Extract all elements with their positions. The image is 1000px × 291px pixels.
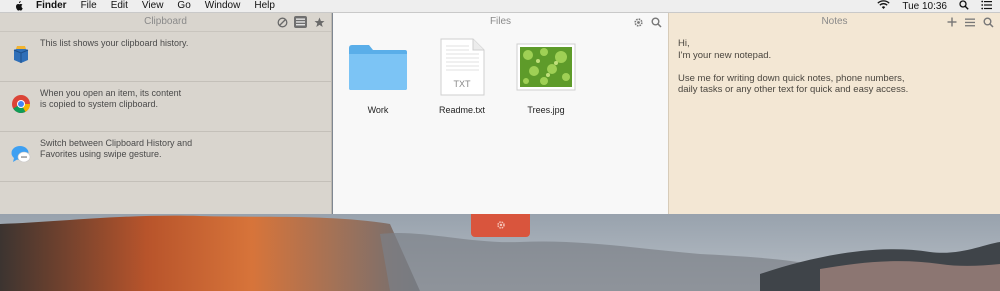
- chrome-icon: [10, 93, 32, 115]
- clipboard-list: This list shows your clipboard history. …: [0, 32, 331, 182]
- notification-center-icon[interactable]: [981, 0, 992, 13]
- box-app-icon: [10, 43, 32, 65]
- note-editor[interactable]: Hi, I'm your new notepad. Use me for wri…: [678, 38, 978, 96]
- files-grid: Work TXT Readme.txt Trees.jpg: [333, 38, 668, 139]
- panel-handle-tab[interactable]: [471, 214, 530, 237]
- menu-file[interactable]: File: [81, 0, 97, 12]
- menubar-clock[interactable]: Tue 10:36: [902, 1, 947, 12]
- files-panel: Files Work TXT Readme.txt Trees.jpg: [333, 13, 668, 214]
- clipboard-panel: Clipboard This list shows your clipboard…: [0, 13, 332, 214]
- spotlight-search-icon[interactable]: [959, 0, 969, 13]
- menu-window[interactable]: Window: [205, 0, 241, 12]
- image-thumbnail: [511, 39, 581, 95]
- file-item-folder[interactable]: Work: [343, 39, 413, 115]
- files-title: Files: [489, 16, 512, 27]
- search-icon[interactable]: [982, 16, 994, 28]
- add-icon[interactable]: [946, 16, 958, 28]
- folder-icon: [343, 39, 413, 95]
- file-item-text[interactable]: TXT Readme.txt: [427, 38, 497, 115]
- file-name: Trees.jpg: [527, 105, 565, 115]
- apple-icon[interactable]: [12, 0, 24, 12]
- notes-panel: Notes Hi, I'm your new notepad. Use me f…: [668, 13, 1000, 214]
- wifi-icon[interactable]: [877, 0, 890, 13]
- menu-bar: Finder File Edit View Go Window Help Tue…: [0, 0, 1000, 13]
- gear-icon[interactable]: [632, 16, 644, 28]
- clear-icon[interactable]: [276, 16, 288, 28]
- favorites-star-icon[interactable]: [313, 16, 325, 28]
- clipboard-item[interactable]: Switch between Clipboard History and Fav…: [0, 132, 331, 182]
- clipboard-item-text: Switch between Clipboard History and Fav…: [40, 138, 193, 159]
- file-item-image[interactable]: Trees.jpg: [511, 39, 581, 115]
- file-type-badge: TXT: [453, 79, 471, 89]
- clipboard-item-text: When you open an item, its content is co…: [40, 88, 182, 109]
- menu-help[interactable]: Help: [254, 0, 275, 12]
- menu-finder[interactable]: Finder: [36, 0, 67, 12]
- clipboard-item[interactable]: This list shows your clipboard history.: [0, 32, 331, 82]
- text-file-icon: TXT: [427, 38, 497, 96]
- clipboard-item[interactable]: When you open an item, its content is co…: [0, 82, 331, 132]
- history-list-icon[interactable]: [294, 16, 307, 28]
- messages-icon: [10, 143, 32, 165]
- menu-go[interactable]: Go: [177, 0, 190, 12]
- menu-edit[interactable]: Edit: [111, 0, 128, 12]
- list-icon[interactable]: [964, 16, 976, 28]
- menu-view[interactable]: View: [142, 0, 164, 12]
- file-name: Readme.txt: [438, 105, 486, 115]
- search-icon[interactable]: [650, 16, 662, 28]
- clipboard-item-text: This list shows your clipboard history.: [40, 38, 189, 48]
- file-name: Work: [367, 105, 389, 115]
- gear-icon: [496, 217, 506, 235]
